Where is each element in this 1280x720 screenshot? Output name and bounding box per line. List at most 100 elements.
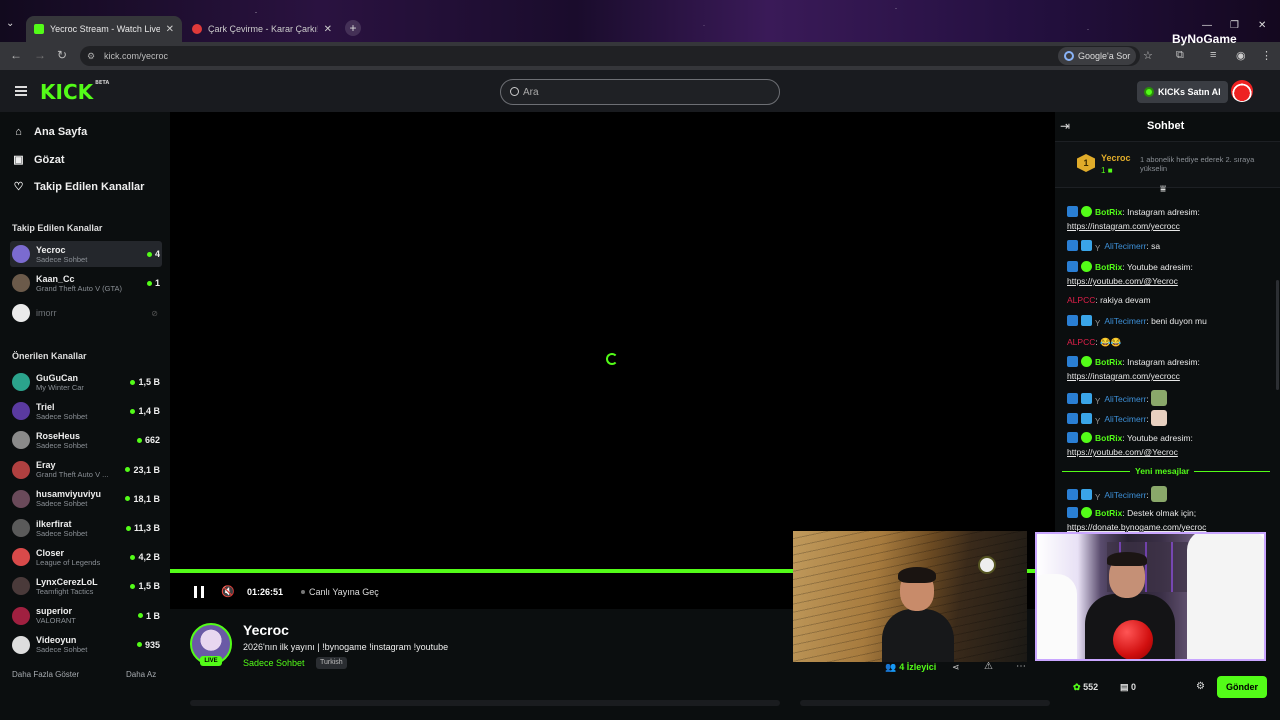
chat-username[interactable]: AliTecimerr	[1104, 394, 1146, 404]
chat-link[interactable]: https://instagram.com/yecrocc	[1067, 371, 1180, 381]
muted-speaker-icon[interactable]: 🔇	[221, 585, 235, 598]
channel-name: RoseHeus	[36, 430, 81, 441]
chat-text: : Youtube adresim:	[1122, 433, 1193, 443]
channel-category: Sadece Sohbet	[36, 528, 88, 538]
close-tab-icon[interactable]: ✕	[166, 24, 174, 35]
recommended-channel-item[interactable]: ilkerfirat Sadece Sohbet 11,3 B	[10, 515, 162, 541]
chat-username[interactable]: BotRix	[1095, 262, 1122, 272]
moderator-badge-icon	[1067, 261, 1078, 272]
reload-icon[interactable]: ↻	[57, 48, 67, 62]
sidebar-item-browse[interactable]: ▣ Gözat	[12, 153, 64, 167]
drops-counter[interactable]: ▤ 0	[1120, 682, 1136, 693]
verified-badge-icon	[1081, 432, 1092, 443]
chat-text: :	[1146, 414, 1149, 424]
recommended-channel-item[interactable]: GuGuCan My Winter Car 1,5 B	[10, 369, 162, 395]
channel-name: LynxCerezLoL	[36, 576, 98, 587]
more-options-icon[interactable]: ⋯	[1016, 661, 1026, 672]
kick-logo[interactable]: KICK BETA	[40, 80, 109, 104]
extensions-icon[interactable]: ⧉	[1176, 49, 1184, 62]
language-tag[interactable]: Turkish	[316, 657, 347, 669]
moderator-badge-icon	[1067, 507, 1078, 518]
chat-message: Y AliTecimerr:	[1067, 390, 1272, 406]
chat-scrollbar[interactable]	[1276, 280, 1279, 390]
streamer-name[interactable]: Yecroc	[243, 622, 289, 638]
close-tab-icon[interactable]: ✕	[324, 24, 332, 35]
chat-username[interactable]: ALPCC	[1067, 337, 1095, 347]
chat-settings-icon[interactable]: ⚙	[1196, 681, 1205, 692]
channel-category: My Winter Car	[36, 382, 84, 392]
recommended-channel-item[interactable]: superior VALORANT 1 B	[10, 603, 162, 629]
gifter-badge-icon: Y	[1095, 493, 1101, 502]
stream-category[interactable]: Sadece Sohbet	[243, 658, 305, 668]
chat-username[interactable]: BotRix	[1095, 433, 1122, 443]
go-live-button[interactable]: Canlı Yayına Geç	[301, 587, 379, 597]
new-tab-button[interactable]: +	[345, 20, 361, 36]
media-icon[interactable]: ≡	[1210, 49, 1216, 61]
profile-icon[interactable]: ◉	[1236, 49, 1246, 62]
gift-count-text: 1	[1101, 166, 1106, 175]
recommended-channel-item[interactable]: Closer League of Legends 4,2 B	[10, 544, 162, 570]
back-icon[interactable]: ←	[10, 48, 22, 62]
moderator-badge-icon	[1067, 489, 1078, 500]
collapse-chat-icon[interactable]: ⇥	[1060, 119, 1070, 133]
site-info-icon[interactable]: ⚙	[87, 51, 95, 62]
channel-avatar	[12, 402, 30, 421]
minimize-icon[interactable]: —	[1202, 20, 1212, 31]
recommended-channel-item[interactable]: Videoyun Sadece Sohbet 935	[10, 632, 162, 658]
send-button[interactable]: Gönder	[1217, 676, 1267, 698]
chat-filter-icon[interactable]: ⩸	[1160, 184, 1166, 195]
hamburger-menu-icon[interactable]	[15, 86, 27, 96]
recommended-channel-item[interactable]: LynxCerezLoL Teamfight Tactics 1,5 B	[10, 573, 162, 599]
new-messages-divider[interactable]: Yeni mesajlar	[1062, 466, 1270, 476]
tab-yecroc-stream[interactable]: Yecroc Stream - Watch Live on K ✕	[26, 16, 182, 42]
chat-link[interactable]: https://instagram.com/yecrocc	[1067, 221, 1180, 231]
recommended-channel-item[interactable]: Triel Sadece Sohbet 1,4 B	[10, 398, 162, 424]
chat-username[interactable]: AliTecimerr	[1104, 241, 1146, 251]
buy-kicks-button[interactable]: KICKs Satın Al	[1137, 81, 1228, 103]
chat-link[interactable]: https://youtube.com/@Yecroc	[1067, 447, 1178, 457]
chat-link[interactable]: https://youtube.com/@Yecroc	[1067, 276, 1178, 286]
buy-kicks-label: KICKs Satın Al	[1158, 87, 1221, 97]
sidebar-item-home[interactable]: ⌂ Ana Sayfa	[12, 126, 87, 138]
close-window-icon[interactable]: ✕	[1258, 20, 1266, 31]
channel-item-kaan-cc[interactable]: Kaan_Cc Grand Theft Auto V (GTA) 1	[10, 270, 162, 296]
share-icon[interactable]: ⋖	[952, 662, 960, 673]
chat-username[interactable]: AliTecimerr	[1104, 490, 1146, 500]
channel-item-imorr[interactable]: imorr ⊘	[10, 300, 162, 326]
chat-username[interactable]: BotRix	[1095, 357, 1122, 367]
channel-points[interactable]: ✿ 552	[1073, 682, 1098, 693]
channel-item-yecroc[interactable]: Yecroc Sadece Sohbet 4	[10, 241, 162, 267]
show-less-link[interactable]: Daha Az	[126, 670, 156, 679]
subscriber-badge-icon	[1081, 240, 1092, 251]
recommended-channel-item[interactable]: Eray Grand Theft Auto V ... 23,1 B	[10, 457, 162, 483]
chat-username[interactable]: ALPCC	[1067, 295, 1095, 305]
user-avatar[interactable]	[1231, 80, 1253, 102]
recommended-channel-item[interactable]: RoseHeus Sadece Sohbet 662	[10, 427, 162, 453]
google-ask-button[interactable]: Google'a Sor	[1058, 47, 1137, 65]
search-input[interactable]: Ara	[500, 79, 780, 105]
followed-channels-title: Takip Edilen Kanallar	[12, 223, 103, 233]
report-icon[interactable]: ⚠	[984, 661, 993, 672]
tab-search-chevron-icon[interactable]: ⌄	[6, 18, 14, 29]
channel-avatar	[12, 635, 30, 654]
chat-username[interactable]: BotRix	[1095, 508, 1122, 518]
chat-username[interactable]: BotRix	[1095, 207, 1122, 217]
browser-menu-icon[interactable]: ⋮	[1261, 49, 1272, 62]
url-field[interactable]: ⚙ kick.com/yecroc	[80, 46, 1140, 66]
chat-username[interactable]: AliTecimerr	[1104, 414, 1146, 424]
tab-cark-cevirme[interactable]: Çark Çevirme - Karar Çarkı! ✕	[184, 16, 340, 42]
chat-link[interactable]: https://donate.bynogame.com/yecroc	[1067, 522, 1206, 532]
bookmark-star-icon[interactable]: ☆	[1143, 49, 1153, 62]
gifter-name[interactable]: Yecroc	[1101, 153, 1131, 163]
viewer-count: 4	[147, 249, 160, 259]
channel-avatar	[12, 489, 30, 508]
pause-button[interactable]	[194, 586, 204, 598]
channel-avatar	[12, 274, 30, 292]
chat-username[interactable]: AliTecimerr	[1104, 316, 1146, 326]
video-player[interactable]	[170, 112, 1055, 570]
sidebar-item-following[interactable]: ♡ Takip Edilen Kanallar	[12, 180, 145, 194]
forward-icon[interactable]: →	[34, 48, 46, 62]
show-more-link[interactable]: Daha Fazla Göster	[12, 670, 79, 679]
maximize-icon[interactable]: ❐	[1230, 20, 1239, 31]
recommended-channel-item[interactable]: husamviyuviyu Sadece Sohbet 18,1 B	[10, 486, 162, 512]
